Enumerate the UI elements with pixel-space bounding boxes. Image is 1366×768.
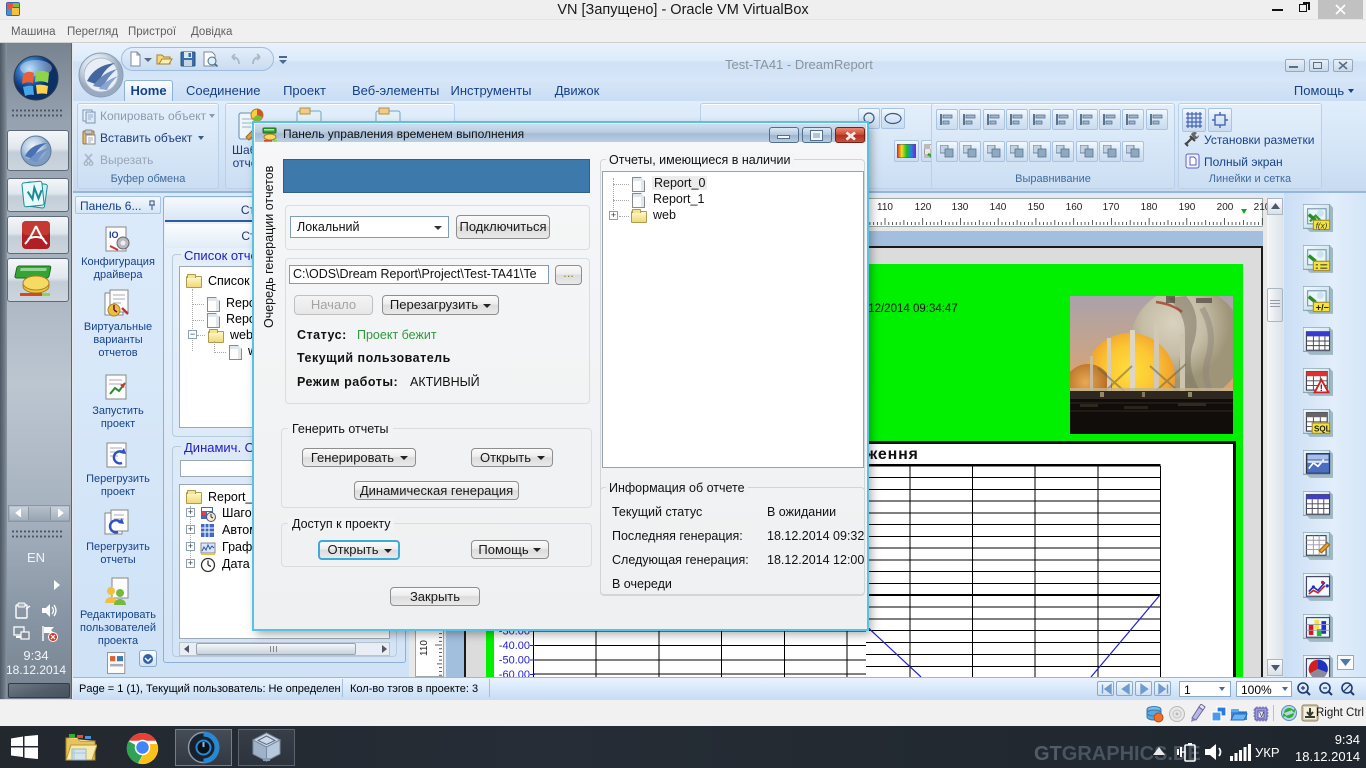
svg-text:+/−: +/− (1316, 302, 1329, 312)
svg-text:IO: IO (109, 230, 119, 240)
svg-text:-50.00: -50.00 (499, 655, 530, 667)
svg-text:!: ! (1320, 383, 1323, 393)
svg-text:V: V (1259, 712, 1264, 719)
svg-text:-40.00: -40.00 (499, 640, 530, 652)
svg-text:-60.00: -60.00 (499, 669, 530, 677)
svg-text:f(x): f(x) (1316, 221, 1328, 230)
svg-text:SQL: SQL (1314, 425, 1331, 434)
